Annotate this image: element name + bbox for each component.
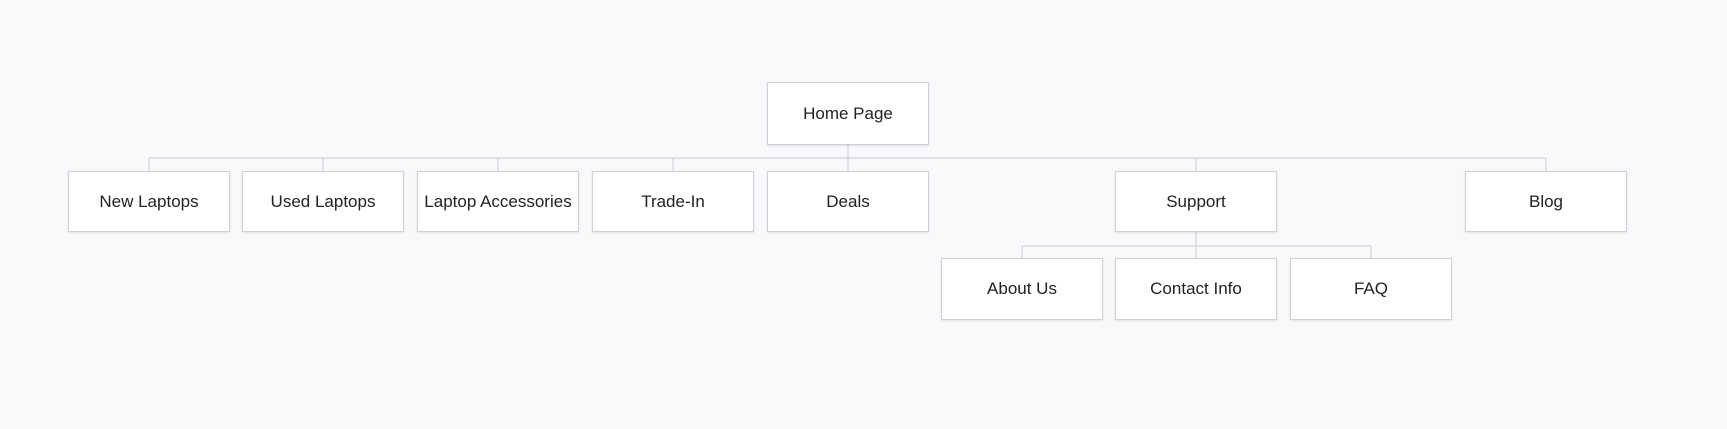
node-label: Deals [826, 191, 870, 211]
node-label: Support [1166, 191, 1226, 211]
node-used-laptops[interactable]: Used Laptops [242, 171, 404, 232]
node-label: Used Laptops [270, 191, 376, 211]
node-faq[interactable]: FAQ [1290, 258, 1452, 320]
node-label: Trade-In [641, 191, 705, 211]
node-home-page[interactable]: Home Page [767, 82, 929, 145]
node-blog[interactable]: Blog [1465, 171, 1627, 232]
node-label: Contact Info [1150, 279, 1242, 298]
node-support[interactable]: Support [1115, 171, 1277, 232]
node-label: Blog [1528, 191, 1564, 211]
node-label: FAQ [1353, 279, 1388, 298]
node-label: New Laptops [99, 191, 199, 211]
node-label: About Us [987, 279, 1057, 298]
node-new-laptops[interactable]: New Laptops [68, 171, 230, 232]
node-trade-in[interactable]: Trade-In [592, 171, 754, 232]
sitemap-diagram: Home Page New Laptops Used Laptops Lapto… [0, 0, 1727, 429]
node-laptop-accessories[interactable]: Laptop Accessories [417, 171, 579, 232]
node-label: Home Page [803, 103, 893, 123]
node-contact-info[interactable]: Contact Info [1115, 258, 1277, 320]
node-about-us[interactable]: About Us [941, 258, 1103, 320]
node-label: Laptop Accessories [424, 191, 572, 211]
node-deals[interactable]: Deals [767, 171, 929, 232]
